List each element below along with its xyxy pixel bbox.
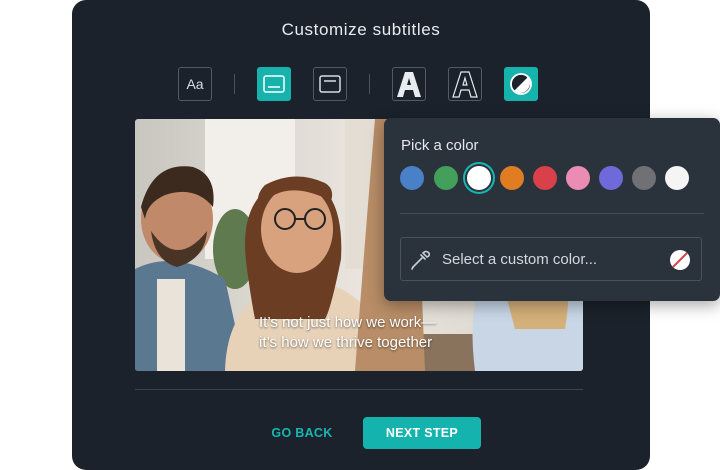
- color-swatch-white[interactable]: [467, 166, 491, 190]
- no-color-icon[interactable]: [668, 248, 692, 272]
- color-picker-title: Pick a color: [401, 137, 479, 154]
- filled-letter-a-icon: [397, 72, 421, 97]
- subtitle-top-icon: [319, 75, 341, 93]
- color-swatch-blue[interactable]: [400, 166, 424, 190]
- color-picker-divider: [400, 213, 704, 214]
- dialog-title: Customize subtitles: [281, 20, 441, 39]
- outline-text-style-button[interactable]: [448, 67, 482, 101]
- eyedropper-icon: [411, 250, 431, 270]
- filled-text-style-button[interactable]: [392, 67, 426, 101]
- go-back-button[interactable]: GO BACK: [262, 418, 342, 448]
- color-swatch-gray[interactable]: [632, 166, 656, 190]
- color-swatch-pink[interactable]: [566, 166, 590, 190]
- subtitle-bottom-icon: [263, 75, 285, 93]
- caption-line-2: it’s how we thrive together: [259, 334, 433, 351]
- color-swatch-red[interactable]: [533, 166, 557, 190]
- custom-color-label: Select a custom color...: [442, 251, 598, 268]
- bottom-position-button[interactable]: [257, 67, 291, 101]
- color-picker-popup: Pick a color Select a custom color...: [384, 118, 720, 301]
- top-position-button[interactable]: [313, 67, 347, 101]
- footer-divider: [135, 389, 583, 390]
- color-swatch-light[interactable]: [665, 166, 689, 190]
- outline-letter-a-icon: [452, 71, 478, 98]
- toolbar-separator: [369, 74, 370, 94]
- caption-line-1: It’s not just how we work—: [259, 314, 437, 331]
- color-button[interactable]: [504, 67, 538, 101]
- color-swatch-purple[interactable]: [599, 166, 623, 190]
- font-icon: Aa: [186, 76, 204, 92]
- next-step-button[interactable]: NEXT STEP: [363, 417, 481, 449]
- toolbar-separator: [234, 74, 235, 94]
- color-contrast-icon: [510, 73, 532, 95]
- font-button[interactable]: Aa: [178, 67, 212, 101]
- color-swatch-green[interactable]: [434, 166, 458, 190]
- custom-color-field[interactable]: Select a custom color...: [400, 237, 702, 281]
- color-swatch-orange[interactable]: [500, 166, 524, 190]
- color-swatches: [400, 166, 710, 192]
- subtitle-caption: It’s not just how we work— it’s how we t…: [259, 313, 519, 353]
